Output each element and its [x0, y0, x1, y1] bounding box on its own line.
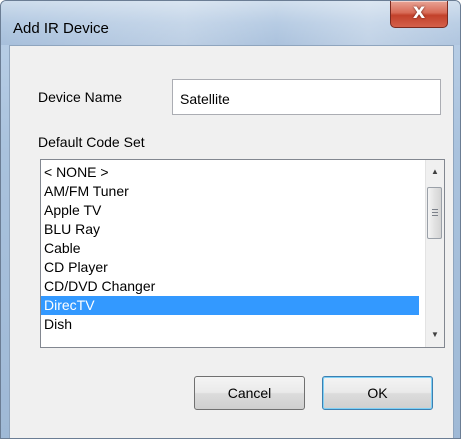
- code-set-list-items: < NONE > AM/FM Tuner Apple TV BLU Ray Cable C…: [41, 163, 419, 334]
- list-item[interactable]: CD/DVD Changer: [41, 277, 419, 296]
- list-item[interactable]: DirecTV: [41, 296, 419, 315]
- scroll-down-arrow-icon[interactable]: ▼: [426, 326, 444, 344]
- list-item[interactable]: Dish: [41, 315, 419, 334]
- title-bar[interactable]: Add IR Device X: [1, 1, 460, 45]
- default-code-set-label: Default Code Set: [38, 134, 145, 150]
- ok-button[interactable]: OK: [322, 376, 433, 410]
- list-item[interactable]: BLU Ray: [41, 220, 419, 239]
- dialog-body: Device Name Default Code Set < NONE >AM/…: [9, 45, 454, 438]
- scroll-thumb[interactable]: [427, 187, 442, 239]
- device-name-input[interactable]: [172, 79, 441, 115]
- scroll-up-arrow-icon[interactable]: ▲: [426, 163, 444, 181]
- list-item[interactable]: Apple TV: [41, 201, 419, 220]
- dialog-title: Add IR Device: [13, 20, 109, 37]
- code-set-listbox[interactable]: < NONE > AM/FM Tuner Apple TV BLU Ray Cable C…: [40, 159, 445, 348]
- cancel-button[interactable]: Cancel: [194, 376, 305, 410]
- device-name-label: Device Name: [38, 89, 123, 105]
- list-item[interactable]: < NONE >: [41, 163, 419, 182]
- list-item[interactable]: CD Player: [41, 258, 419, 277]
- list-item[interactable]: AM/FM Tuner: [41, 182, 419, 201]
- close-button[interactable]: X: [390, 1, 448, 28]
- dialog-window: Add IR Device X Device Name Default Code…: [0, 0, 461, 439]
- list-item[interactable]: Cable: [41, 239, 419, 258]
- list-scrollbar[interactable]: ▲ ▼: [425, 160, 444, 347]
- close-icon: X: [412, 3, 426, 22]
